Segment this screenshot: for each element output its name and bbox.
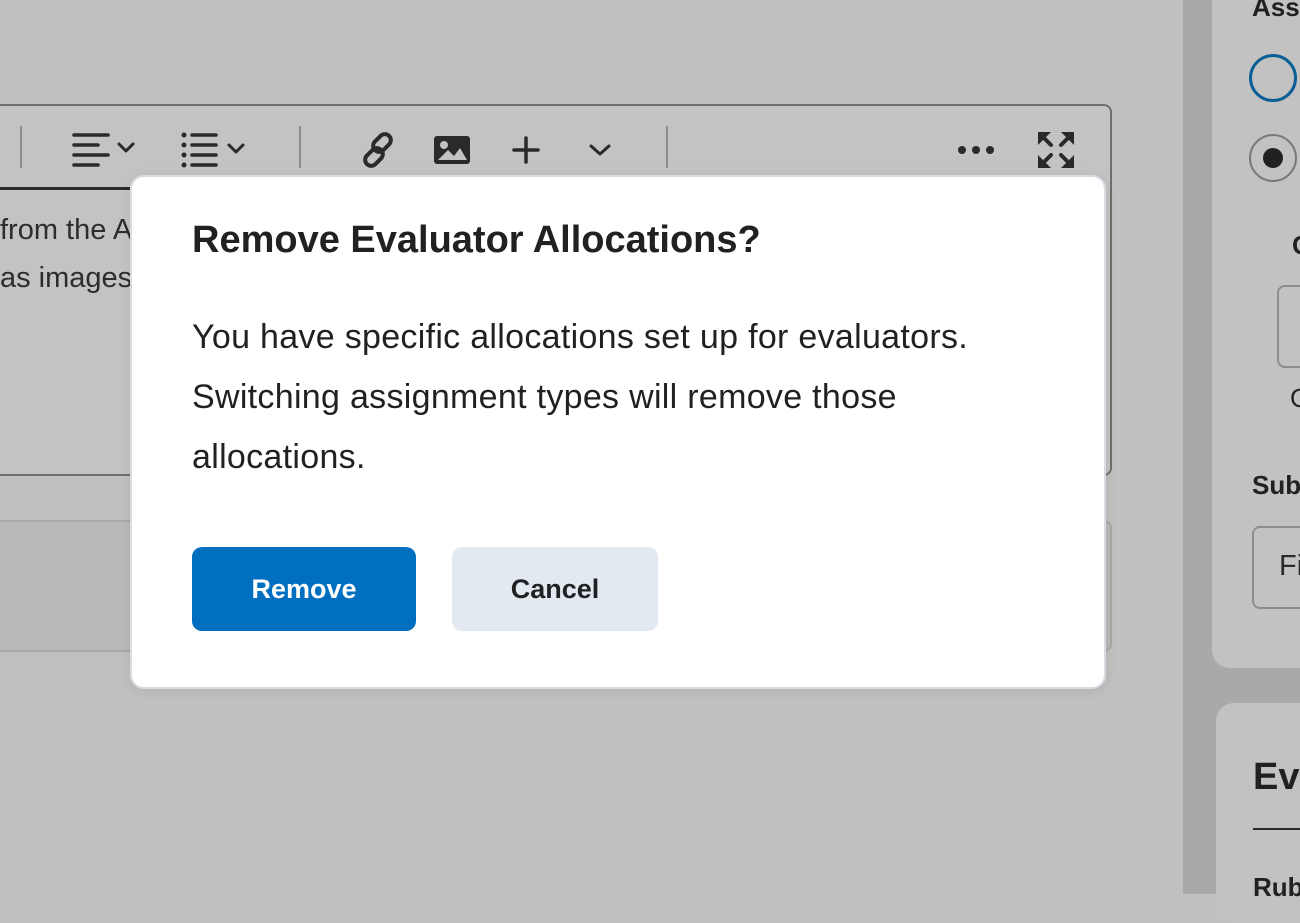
group-category-label: G bbox=[1292, 230, 1300, 261]
dialog-title: Remove Evaluator Allocations? bbox=[192, 219, 761, 261]
editor-content-line: as images bbox=[0, 262, 133, 294]
image-icon[interactable] bbox=[430, 128, 474, 172]
assignment-type-radio-unselected[interactable] bbox=[1249, 54, 1297, 102]
plus-icon[interactable] bbox=[505, 128, 547, 172]
remove-button[interactable]: Remove bbox=[192, 547, 416, 631]
toolbar-divider bbox=[666, 126, 668, 168]
align-left-icon[interactable] bbox=[70, 128, 140, 172]
remove-allocations-dialog: Remove Evaluator Allocations? You have s… bbox=[130, 175, 1106, 689]
cancel-button[interactable]: Cancel bbox=[452, 547, 658, 631]
submission-type-value: Fi bbox=[1279, 550, 1300, 582]
assignment-type-radio-selected[interactable] bbox=[1249, 134, 1297, 182]
evaluation-divider bbox=[1253, 828, 1300, 830]
group-category-select[interactable] bbox=[1277, 285, 1300, 368]
dialog-message: You have specific allocations set up for… bbox=[192, 318, 969, 476]
submission-type-select[interactable]: Fi bbox=[1252, 526, 1300, 609]
assignment-type-heading: Assi bbox=[1252, 0, 1300, 22]
radio-selected-dot bbox=[1263, 148, 1283, 168]
chevron-down-icon[interactable] bbox=[580, 128, 620, 172]
fullscreen-icon[interactable] bbox=[1034, 128, 1078, 172]
rubrics-heading: Rub bbox=[1253, 872, 1300, 902]
bulleted-list-icon[interactable] bbox=[178, 128, 252, 172]
submission-type-heading: Sub bbox=[1252, 470, 1300, 500]
toolbar-divider bbox=[20, 126, 22, 168]
ellipsis-icon[interactable] bbox=[950, 128, 1002, 172]
editor-content-line: from the A bbox=[0, 214, 133, 246]
group-category-hint: G bbox=[1290, 383, 1300, 414]
evaluation-heading: Eva bbox=[1253, 756, 1300, 798]
link-icon[interactable] bbox=[356, 128, 400, 172]
toolbar-divider bbox=[299, 126, 301, 168]
toolbar-active-indicator bbox=[0, 187, 130, 190]
